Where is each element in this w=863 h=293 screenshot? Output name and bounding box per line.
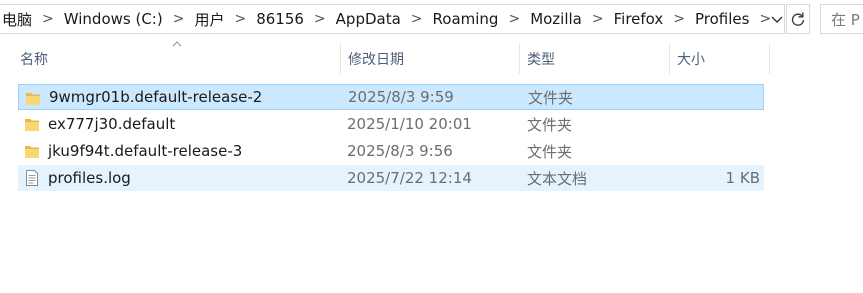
address-bar[interactable]: 电脑 > Windows (C:) > 用户 > 86156 > AppData… (0, 4, 785, 34)
breadcrumb-item[interactable]: 电脑 (0, 9, 36, 30)
breadcrumb-item[interactable]: Windows (C:) (62, 10, 167, 28)
file-type: 文件夹 (527, 115, 573, 134)
column-header-date[interactable]: 修改日期 (340, 44, 519, 74)
chevron-right-icon[interactable]: > (36, 11, 62, 27)
breadcrumb-item[interactable]: Roaming (431, 10, 503, 28)
column-header-size[interactable]: 大小 (669, 44, 769, 74)
chevron-down-icon (771, 16, 783, 23)
folder-icon (25, 146, 39, 158)
file-row[interactable]: 9wmgr01b.default-release-2 2025/8/3 9:59… (18, 84, 764, 110)
file-date: 2025/7/22 12:14 (347, 169, 472, 187)
file-size: 1 KB (725, 169, 760, 187)
file-name: profiles.log (48, 169, 131, 187)
address-history-dropdown[interactable] (768, 9, 786, 29)
file-type: 文本文档 (527, 169, 588, 188)
column-header-label: 名称 (20, 52, 48, 68)
search-placeholder: 在 P (831, 10, 860, 29)
chevron-right-icon[interactable]: > (228, 11, 254, 27)
breadcrumb-item[interactable]: Profiles (693, 10, 753, 28)
file-date: 2025/8/3 9:56 (347, 142, 453, 160)
breadcrumb-item[interactable]: AppData (334, 10, 405, 28)
breadcrumb-item[interactable]: 86156 (254, 10, 308, 28)
text-file-icon (26, 170, 38, 186)
file-row[interactable]: profiles.log 2025/7/22 12:14 文本文档 1 KB (18, 165, 764, 191)
chevron-right-icon[interactable]: > (667, 11, 693, 27)
file-name: 9wmgr01b.default-release-2 (49, 88, 263, 106)
column-divider[interactable] (769, 44, 770, 74)
file-type: 文件夹 (528, 88, 574, 107)
breadcrumb-item[interactable]: Mozilla (528, 10, 586, 28)
refresh-button[interactable] (786, 4, 810, 34)
breadcrumb-item[interactable]: Firefox (612, 10, 668, 28)
file-type: 文件夹 (527, 142, 573, 161)
folder-icon (25, 119, 39, 131)
file-name: jku9f94t.default-release-3 (48, 142, 243, 160)
chevron-right-icon[interactable]: > (586, 11, 612, 27)
chevron-right-icon[interactable]: > (308, 11, 334, 27)
chevron-right-icon[interactable]: > (502, 11, 528, 27)
file-name: ex777j30.default (48, 115, 176, 133)
column-header-type[interactable]: 类型 (519, 44, 669, 74)
column-header-label: 大小 (677, 52, 705, 68)
file-date: 2025/1/10 20:01 (347, 115, 472, 133)
column-header-name[interactable]: 名称 (12, 44, 340, 74)
search-input[interactable]: 在 P (820, 4, 863, 34)
chevron-right-icon[interactable]: > (405, 11, 431, 27)
refresh-icon (791, 12, 805, 26)
file-row[interactable]: jku9f94t.default-release-3 2025/8/3 9:56… (18, 138, 764, 164)
folder-icon (26, 93, 40, 105)
column-header-label: 类型 (527, 52, 555, 68)
breadcrumb-item[interactable]: 用户 (192, 9, 228, 30)
file-date: 2025/8/3 9:59 (348, 88, 454, 106)
file-row[interactable]: ex777j30.default 2025/1/10 20:01 文件夹 (18, 111, 764, 137)
column-header-label: 修改日期 (348, 52, 404, 68)
chevron-right-icon[interactable]: > (167, 11, 193, 27)
